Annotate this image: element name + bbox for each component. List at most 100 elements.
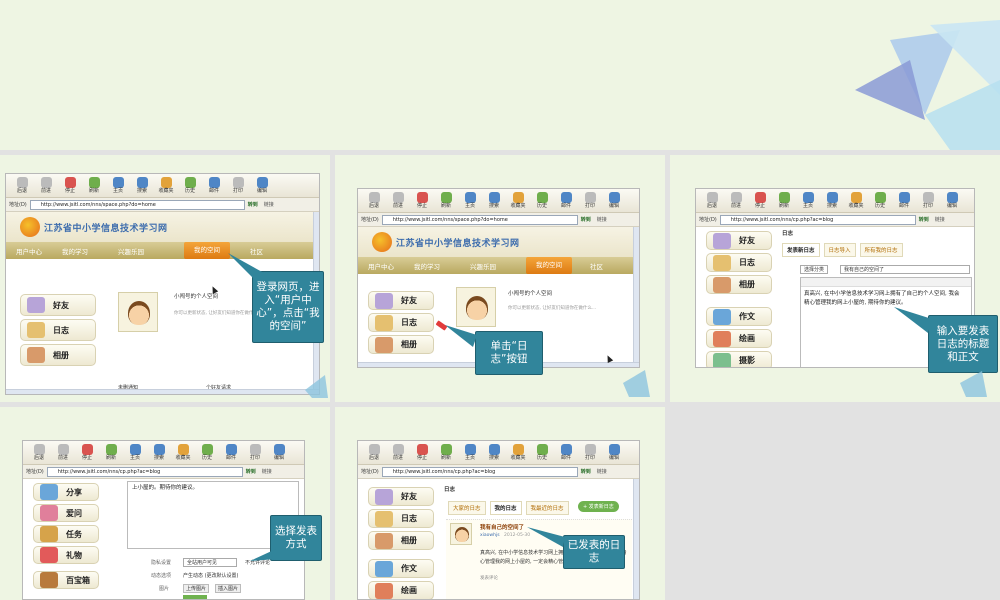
- back-button[interactable]: 后退: [10, 175, 34, 197]
- horizontal-scrollbar[interactable]: [6, 389, 319, 394]
- forward-button[interactable]: 前进: [34, 175, 58, 197]
- favorites-button[interactable]: 收藏夹: [506, 442, 530, 464]
- back-button[interactable]: 后退: [362, 442, 386, 464]
- mail-button[interactable]: 邮件: [554, 190, 578, 212]
- favorites-button[interactable]: 收藏夹: [844, 190, 868, 212]
- sidebar-item-treasure[interactable]: 百宝箱: [33, 571, 99, 589]
- go-button[interactable]: 转到: [581, 216, 591, 223]
- search-button[interactable]: 搜索: [482, 190, 506, 212]
- sidebar-item-album[interactable]: 相册: [20, 344, 96, 366]
- nav-my-study[interactable]: 我的学习: [404, 261, 450, 271]
- forward-button[interactable]: 前进: [724, 190, 748, 212]
- nav-interest-park[interactable]: 兴趣乐园: [460, 261, 506, 271]
- go-button[interactable]: 转到: [248, 201, 258, 208]
- history-button[interactable]: 历史: [195, 442, 219, 464]
- new-diary-button[interactable]: + 发表新日志: [578, 501, 619, 512]
- publish-button[interactable]: [183, 595, 207, 599]
- url-input[interactable]: http://www.jsitl.com/nns/space.php?do=ho…: [29, 199, 245, 210]
- sidebar-item-heart[interactable]: 爱问: [33, 504, 99, 522]
- print-button[interactable]: 打印: [243, 442, 267, 464]
- home-button[interactable]: 主页: [123, 442, 147, 464]
- sidebar-item-share[interactable]: 分享: [33, 483, 99, 501]
- url-input[interactable]: http://www.jsitl.com/nns/space.php?do=ho…: [381, 214, 578, 225]
- stop-button[interactable]: 停止: [58, 175, 82, 197]
- home-button[interactable]: 主页: [106, 175, 130, 197]
- home-button[interactable]: 主页: [458, 190, 482, 212]
- mail-button[interactable]: 邮件: [892, 190, 916, 212]
- category-select[interactable]: 选择分类: [800, 265, 829, 274]
- history-button[interactable]: 历史: [530, 190, 554, 212]
- insert-picture-button[interactable]: 插入图片: [215, 584, 242, 593]
- sidebar-item-friends[interactable]: 好友: [368, 487, 434, 506]
- back-button[interactable]: 后退: [362, 190, 386, 212]
- go-button[interactable]: 转到: [581, 468, 591, 475]
- url-input[interactable]: http://www.jsitl.com/nns/cp.php?ac=blog: [719, 214, 916, 225]
- vertical-scrollbar[interactable]: [633, 227, 639, 365]
- tab-import-diary[interactable]: 日志导入: [823, 243, 856, 257]
- links-button[interactable]: 链接: [935, 216, 945, 223]
- editor-toolbar[interactable]: [801, 278, 971, 287]
- sidebar-item-friends[interactable]: 好友: [706, 231, 772, 250]
- vertical-scrollbar[interactable]: [633, 479, 639, 599]
- nav-my-space[interactable]: 我的空间: [184, 242, 230, 259]
- upload-picture-button[interactable]: 上传图片: [183, 584, 210, 593]
- stop-button[interactable]: 停止: [410, 442, 434, 464]
- search-button[interactable]: 搜索: [130, 175, 154, 197]
- sidebar-item-diary[interactable]: 日志: [368, 313, 434, 332]
- sidebar-item-composition[interactable]: 作文: [706, 307, 772, 326]
- print-button[interactable]: 打印: [226, 175, 250, 197]
- nav-interest-park[interactable]: 兴趣乐园: [108, 246, 154, 256]
- links-button[interactable]: 链接: [597, 216, 607, 223]
- history-button[interactable]: 历史: [530, 442, 554, 464]
- back-button[interactable]: 后退: [700, 190, 724, 212]
- go-button[interactable]: 转到: [246, 468, 256, 475]
- sidebar-item-diary[interactable]: 日志: [706, 253, 772, 272]
- print-button[interactable]: 打印: [578, 442, 602, 464]
- post-title[interactable]: 我有自己的空间了: [480, 523, 524, 531]
- edit-button[interactable]: 编辑: [250, 175, 274, 197]
- sidebar-item-painting[interactable]: 绘画: [706, 329, 772, 348]
- search-button[interactable]: 搜索: [147, 442, 171, 464]
- search-button[interactable]: 搜索: [820, 190, 844, 212]
- go-button[interactable]: 转到: [919, 216, 929, 223]
- refresh-button[interactable]: 刷新: [82, 175, 106, 197]
- history-button[interactable]: 历史: [868, 190, 892, 212]
- sidebar-item-photo[interactable]: 摄影: [706, 351, 772, 367]
- print-button[interactable]: 打印: [578, 190, 602, 212]
- sidebar-item-album[interactable]: 相册: [706, 275, 772, 294]
- mail-button[interactable]: 邮件: [554, 442, 578, 464]
- stop-button[interactable]: 停止: [75, 442, 99, 464]
- refresh-button[interactable]: 刷新: [772, 190, 796, 212]
- search-button[interactable]: 搜索: [482, 442, 506, 464]
- status-hint[interactable]: 你可以更新状态, 让好友们知道你在做什么...: [508, 305, 596, 311]
- links-button[interactable]: 链接: [262, 468, 272, 475]
- favorites-button[interactable]: 收藏夹: [171, 442, 195, 464]
- refresh-button[interactable]: 刷新: [99, 442, 123, 464]
- forward-button[interactable]: 前进: [51, 442, 75, 464]
- favorites-button[interactable]: 收藏夹: [506, 190, 530, 212]
- privacy-select[interactable]: 全站用户可见: [183, 558, 237, 567]
- tab-recent-diary[interactable]: 我最近的日志: [525, 501, 569, 515]
- mail-button[interactable]: 邮件: [202, 175, 226, 197]
- favorites-button[interactable]: 收藏夹: [154, 175, 178, 197]
- tab-my-diary[interactable]: 我的日志: [489, 501, 522, 515]
- back-button[interactable]: 后退: [27, 442, 51, 464]
- links-button[interactable]: 链接: [597, 468, 607, 475]
- comment-link[interactable]: 发表评论: [480, 575, 498, 581]
- history-button[interactable]: 历史: [178, 175, 202, 197]
- sidebar-item-album[interactable]: 相册: [368, 335, 434, 354]
- nav-user-center[interactable]: 用户中心: [358, 261, 404, 271]
- dynamic-checkbox[interactable]: 产生动态 (更改默认设置): [183, 572, 239, 579]
- tab-all-diaries[interactable]: 所有我的日志: [859, 243, 903, 257]
- stop-button[interactable]: 停止: [748, 190, 772, 212]
- post-author[interactable]: xiaowhjs: [480, 533, 500, 538]
- edit-button[interactable]: 编辑: [267, 442, 291, 464]
- mail-button[interactable]: 邮件: [219, 442, 243, 464]
- forward-button[interactable]: 前进: [386, 442, 410, 464]
- sidebar-item-friends[interactable]: 好友: [368, 291, 434, 310]
- sidebar-item-friends[interactable]: 好友: [20, 294, 96, 316]
- forward-button[interactable]: 前进: [386, 190, 410, 212]
- status-hint[interactable]: 你可以更新状态, 让好友们知道你在做什么...: [174, 310, 262, 316]
- sidebar-item-task[interactable]: 任务: [33, 525, 99, 543]
- stop-button[interactable]: 停止: [410, 190, 434, 212]
